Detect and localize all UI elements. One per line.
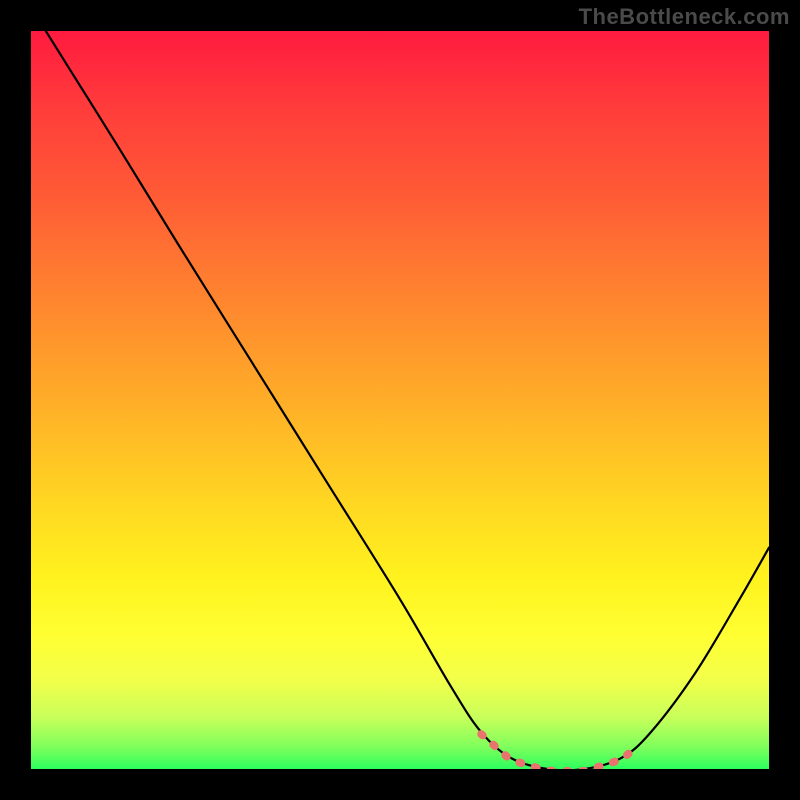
chart-frame: TheBottleneck.com [0,0,800,800]
bottleneck-curve [46,31,769,769]
chart-overlay-svg [31,31,769,769]
optimal-range-marker [481,734,636,769]
watermark-text: TheBottleneck.com [579,4,790,30]
plot-area [31,31,769,769]
